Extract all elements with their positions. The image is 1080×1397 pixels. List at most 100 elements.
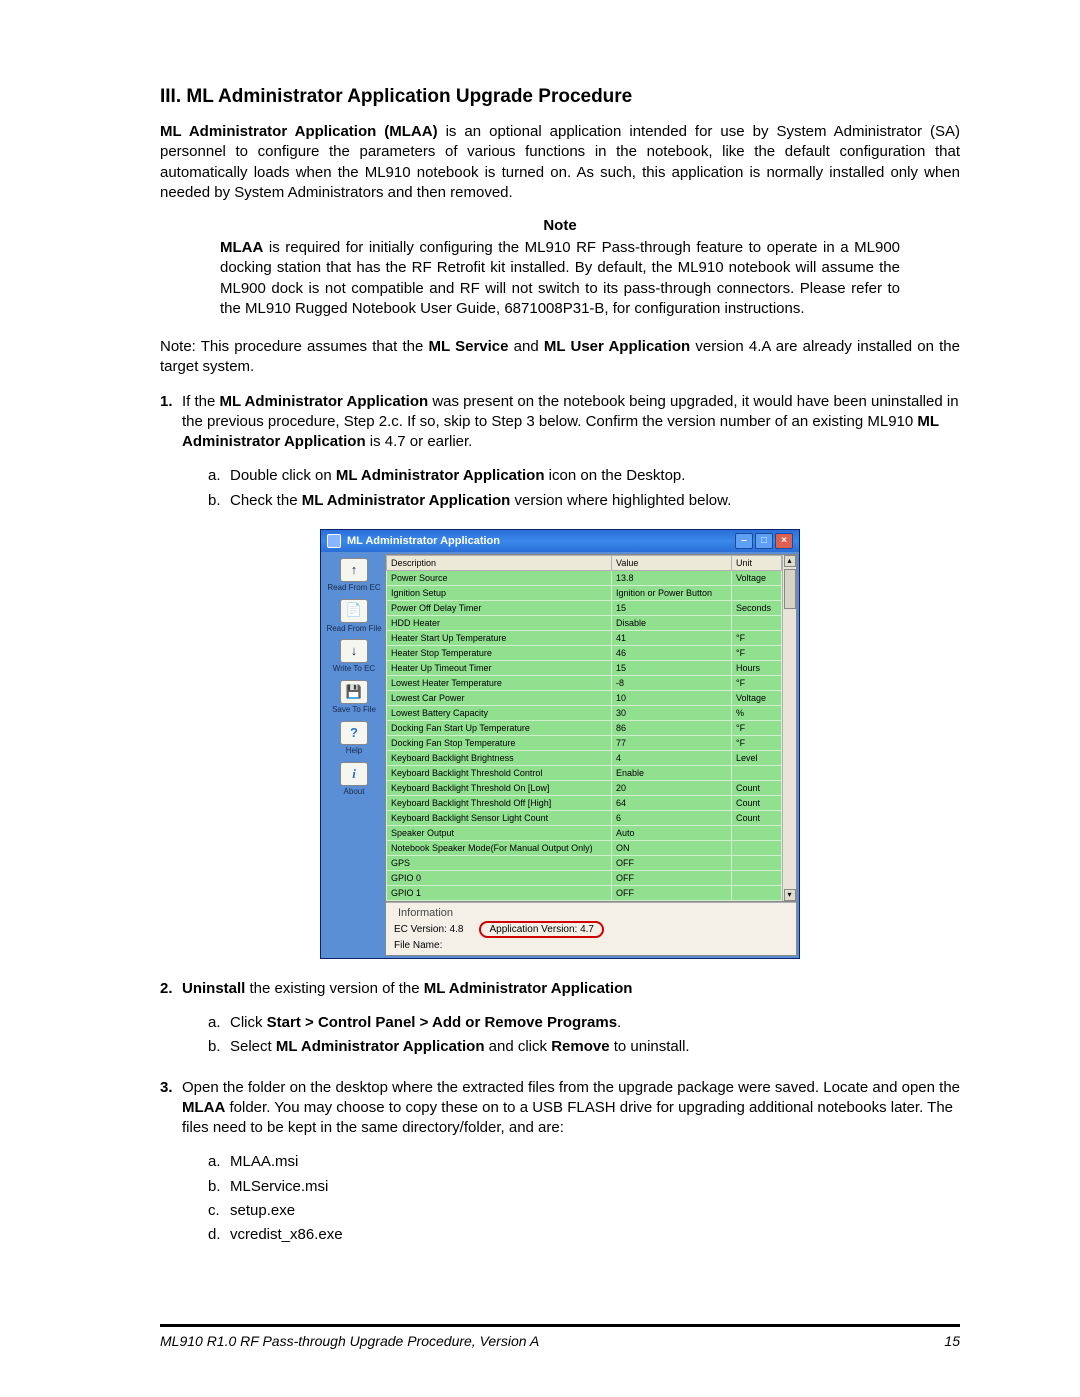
cell-value[interactable]: 64 (612, 795, 732, 810)
cell-value[interactable]: 15 (612, 660, 732, 675)
cell-value[interactable]: OFF (612, 870, 732, 885)
table-row[interactable]: Heater Start Up Temperature41°F (387, 630, 782, 645)
grid-main: Description Value Unit Power Source13.8V… (386, 555, 782, 901)
scroll-down-icon[interactable]: ▾ (784, 889, 796, 901)
read-from-ec-button[interactable]: ↑ Read From EC (327, 558, 380, 593)
maximize-button[interactable]: □ (755, 533, 773, 549)
page-footer: ML910 R1.0 RF Pass-through Upgrade Proce… (160, 1324, 960, 1349)
s1a-post: icon on the Desktop. (545, 467, 686, 484)
cell-value[interactable]: 20 (612, 780, 732, 795)
table-row[interactable]: Keyboard Backlight Threshold Off [High]6… (387, 795, 782, 810)
side-toolbar: ↑ Read From EC 📄 Read From File ↓ Write … (323, 554, 385, 956)
s2a-b: Start > Control Panel > Add or Remove Pr… (267, 1014, 617, 1031)
footer-page-number: 15 (944, 1333, 960, 1349)
application-version-highlight: Application Version: 4.7 (479, 921, 604, 938)
s1b-b: ML Administrator Application (302, 492, 511, 509)
table-row[interactable]: Keyboard Backlight Threshold On [Low]20C… (387, 780, 782, 795)
table-row[interactable]: Lowest Heater Temperature-8°F (387, 675, 782, 690)
cell-value[interactable]: Disable (612, 615, 732, 630)
table-row[interactable]: Lowest Battery Capacity30% (387, 705, 782, 720)
table-row[interactable]: Heater Stop Temperature46°F (387, 645, 782, 660)
cell-value[interactable]: 46 (612, 645, 732, 660)
cell-value[interactable]: 10 (612, 690, 732, 705)
s2a-post: . (617, 1014, 621, 1031)
step-1-sublist: a. Double click on ML Administrator Appl… (182, 466, 960, 511)
read-from-file-label: Read From File (326, 625, 381, 634)
table-row[interactable]: Notebook Speaker Mode(For Manual Output … (387, 840, 782, 855)
folder-open-icon: 📄 (340, 599, 368, 623)
cell-value[interactable]: 41 (612, 630, 732, 645)
close-button[interactable]: × (775, 533, 793, 549)
s3-b: MLAA (182, 1099, 225, 1116)
cell-description: Notebook Speaker Mode(For Manual Output … (387, 840, 612, 855)
table-row[interactable]: Lowest Car Power10Voltage (387, 690, 782, 705)
fa-t: MLAA.msi (230, 1152, 960, 1172)
cell-unit: Voltage (732, 690, 782, 705)
step-1-content: If the ML Administrator Application was … (182, 392, 960, 515)
table-row[interactable]: Keyboard Backlight Sensor Light Count6Co… (387, 810, 782, 825)
section-heading: III. ML Administrator Application Upgrad… (160, 86, 960, 108)
file-b: b.MLService.msi (208, 1177, 960, 1197)
step-3-content: Open the folder on the desktop where the… (182, 1078, 960, 1250)
cell-value[interactable]: 4 (612, 750, 732, 765)
cell-unit (732, 585, 782, 600)
cell-value[interactable]: -8 (612, 675, 732, 690)
write-to-ec-button[interactable]: ↓ Write To EC (333, 639, 375, 674)
cell-value[interactable]: Auto (612, 825, 732, 840)
table-row[interactable]: GPIO 0OFF (387, 870, 782, 885)
s1a-b: ML Administrator Application (336, 467, 545, 484)
cell-value[interactable]: 77 (612, 735, 732, 750)
cell-description: Power Source (387, 570, 612, 585)
s2-b1: Uninstall (182, 980, 245, 997)
cell-value[interactable]: 13.8 (612, 570, 732, 585)
info-row-2: File Name: (394, 940, 788, 951)
read-from-file-button[interactable]: 📄 Read From File (326, 599, 381, 634)
vertical-scrollbar[interactable]: ▴ ▾ (782, 555, 796, 901)
scroll-thumb[interactable] (784, 569, 796, 609)
table-row[interactable]: Docking Fan Start Up Temperature86°F (387, 720, 782, 735)
table-row[interactable]: Keyboard Backlight Brightness4Level (387, 750, 782, 765)
table-row[interactable]: Keyboard Backlight Threshold ControlEnab… (387, 765, 782, 780)
table-row[interactable]: Ignition SetupIgnition or Power Button (387, 585, 782, 600)
cell-value[interactable]: 15 (612, 600, 732, 615)
table-row[interactable]: HDD HeaterDisable (387, 615, 782, 630)
step-2-content: Uninstall the existing version of the ML… (182, 979, 960, 1062)
col-unit[interactable]: Unit (732, 555, 782, 570)
assume-mid: and (508, 338, 543, 355)
step-1-number: 1. (160, 392, 182, 515)
cell-value[interactable]: 86 (612, 720, 732, 735)
col-description[interactable]: Description (387, 555, 612, 570)
table-row[interactable]: Power Off Delay Timer15Seconds (387, 600, 782, 615)
table-row[interactable]: Docking Fan Stop Temperature77°F (387, 735, 782, 750)
scroll-up-icon[interactable]: ▴ (784, 555, 796, 567)
cell-value[interactable]: OFF (612, 885, 732, 900)
note-title: Note (220, 217, 900, 234)
table-row[interactable]: Power Source13.8Voltage (387, 570, 782, 585)
cell-value[interactable]: OFF (612, 855, 732, 870)
col-value[interactable]: Value (612, 555, 732, 570)
table-row[interactable]: Heater Up Timeout Timer15Hours (387, 660, 782, 675)
cell-value[interactable]: Ignition or Power Button (612, 585, 732, 600)
help-button[interactable]: ? Help (340, 721, 368, 756)
cell-unit (732, 825, 782, 840)
cell-value[interactable]: ON (612, 840, 732, 855)
table-row[interactable]: GPIO 1OFF (387, 885, 782, 900)
s2-mid: the existing version of the (245, 980, 423, 997)
s2a-l: a. (208, 1013, 230, 1033)
assumption-paragraph: Note: This procedure assumes that the ML… (160, 337, 960, 378)
cell-value[interactable]: 6 (612, 810, 732, 825)
minimize-button[interactable]: – (735, 533, 753, 549)
table-row[interactable]: GPSOFF (387, 855, 782, 870)
s1a-pre: Double click on (230, 467, 336, 484)
cell-value[interactable]: 30 (612, 705, 732, 720)
file-d: d.vcredist_x86.exe (208, 1225, 960, 1245)
cell-description: Heater Up Timeout Timer (387, 660, 612, 675)
about-button[interactable]: i About (340, 762, 368, 797)
cell-value[interactable]: Enable (612, 765, 732, 780)
cell-unit: °F (732, 675, 782, 690)
cell-description: Docking Fan Stop Temperature (387, 735, 612, 750)
note-body: MLAA is required for initially configuri… (220, 238, 900, 319)
save-to-file-button[interactable]: 💾 Save To File (332, 680, 376, 715)
step-2b: b. Select ML Administrator Application a… (208, 1037, 960, 1057)
table-row[interactable]: Speaker OutputAuto (387, 825, 782, 840)
